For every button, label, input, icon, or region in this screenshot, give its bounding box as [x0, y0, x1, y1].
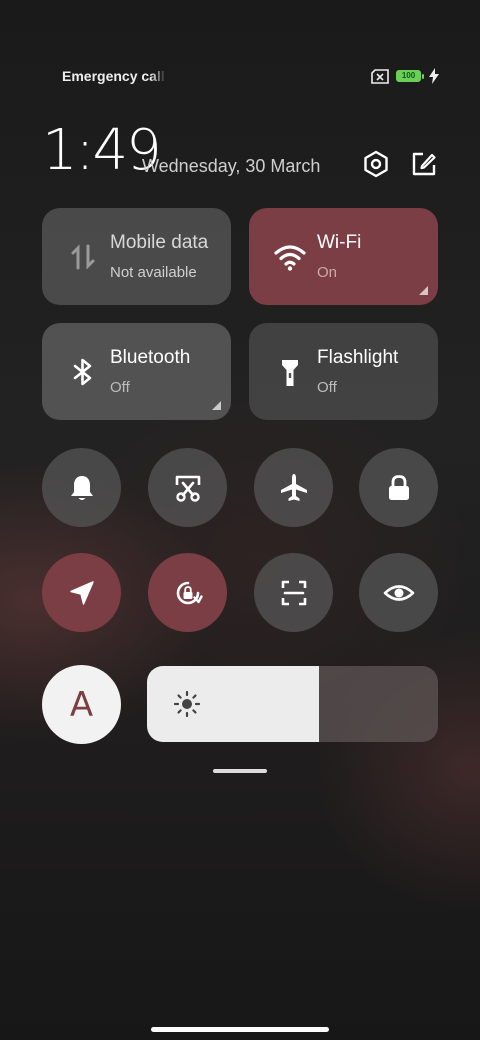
screenshot-icon	[175, 475, 200, 502]
tile-subtitle: Off	[317, 379, 337, 396]
tile-mobile-data[interactable]: Mobile data Not available	[42, 208, 231, 305]
date: Wednesday, 30 March	[142, 156, 321, 176]
carrier-text: Emergency calls only	[62, 68, 166, 84]
airplane-icon	[280, 473, 307, 501]
flashlight-icon	[282, 360, 298, 386]
tile-bluetooth[interactable]: Bluetooth Off	[42, 323, 231, 420]
tile-title: Mobile data	[110, 232, 209, 253]
charging-icon	[429, 68, 439, 84]
tile-subtitle: Off	[110, 379, 130, 396]
rotation-lock-icon	[176, 581, 203, 604]
wifi-icon	[274, 245, 306, 271]
panel-drag-handle[interactable]	[213, 769, 267, 773]
tile-wifi[interactable]: Wi-Fi On	[249, 208, 438, 305]
toggle-reading-mode[interactable]	[359, 553, 438, 632]
mobile-data-icon	[71, 244, 95, 270]
location-icon	[69, 580, 94, 605]
scanner-icon	[281, 580, 306, 605]
battery-tip	[422, 74, 424, 79]
eye-icon	[383, 584, 414, 601]
toggle-ringer[interactable]	[42, 448, 121, 527]
edit-icon[interactable]	[410, 150, 438, 178]
home-indicator[interactable]	[151, 1027, 329, 1032]
tile-title: Wi-Fi	[317, 232, 362, 253]
no-sim-icon	[371, 69, 389, 84]
sun-icon	[173, 690, 201, 718]
tile-subtitle: Not available	[110, 264, 197, 281]
toggle-lock-screen[interactable]	[359, 448, 438, 527]
toggle-location[interactable]	[42, 553, 121, 632]
toggle-screenshot[interactable]	[148, 448, 227, 527]
toggle-airplane[interactable]	[254, 448, 333, 527]
toggle-scanner[interactable]	[254, 553, 333, 632]
battery-icon: 100	[396, 70, 421, 82]
status-bar: Emergency calls only 100	[0, 64, 480, 88]
expand-corner-icon[interactable]	[419, 286, 428, 295]
auto-brightness-button[interactable]: A	[42, 665, 121, 744]
tile-flashlight[interactable]: Flashlight Off	[249, 323, 438, 420]
bluetooth-icon	[73, 358, 92, 386]
tile-title: Bluetooth	[110, 347, 191, 368]
settings-hexagon-icon[interactable]	[362, 150, 390, 178]
brightness-slider[interactable]	[147, 666, 438, 742]
expand-corner-icon[interactable]	[212, 401, 221, 410]
tile-subtitle: On	[317, 264, 338, 281]
bell-icon	[70, 475, 93, 500]
toggle-rotation-lock[interactable]	[148, 553, 227, 632]
lock-icon	[388, 474, 409, 500]
tile-title: Flashlight	[317, 347, 399, 368]
